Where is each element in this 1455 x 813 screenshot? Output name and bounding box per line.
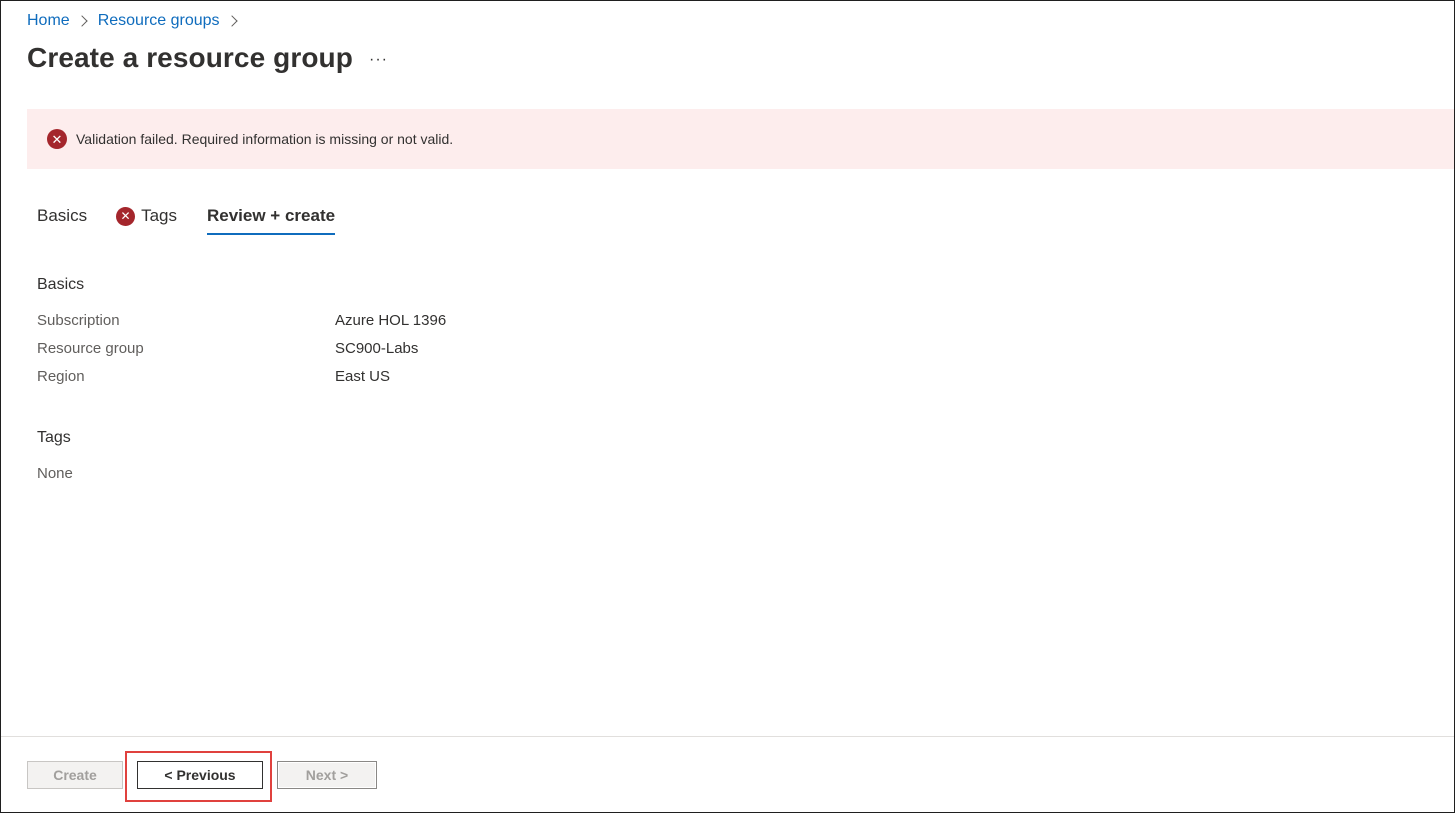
section-heading-basics: Basics — [37, 276, 85, 293]
chevron-right-icon — [225, 15, 238, 27]
section-heading-tags: Tags — [37, 429, 71, 446]
tab-review-create[interactable]: Review + create — [207, 201, 336, 235]
tab-basics[interactable]: Basics — [37, 201, 87, 231]
region-label: Region — [37, 368, 85, 385]
create-button[interactable]: Create — [27, 761, 123, 789]
validation-error-banner: ✕ Validation failed. Required informatio… — [27, 109, 1454, 169]
subscription-label: Subscription — [37, 312, 120, 329]
error-circle-icon: ✕ — [116, 206, 136, 226]
validation-error-message: Validation failed. Required information … — [76, 131, 454, 147]
tab-label: Review + create — [207, 206, 336, 225]
error-circle-icon: ✕ — [47, 129, 67, 149]
resource-group-value: SC900-Labs — [335, 340, 419, 357]
tab-label: Basics — [37, 206, 88, 225]
breadcrumb-resource-groups-link[interactable]: Resource groups — [98, 12, 220, 30]
chevron-right-icon — [76, 15, 88, 27]
resource-group-label: Resource group — [37, 340, 144, 357]
tab-tags[interactable]: ✕ Tags — [116, 201, 177, 231]
page-title: Create a resource group — [27, 42, 353, 73]
more-options-button[interactable]: ··· — [369, 51, 388, 69]
previous-button-highlight — [125, 751, 272, 802]
wizard-tabs: Basics ✕ Tags Review + create — [37, 201, 336, 237]
region-value: East US — [335, 368, 391, 385]
next-button[interactable]: Next > — [277, 761, 377, 789]
tab-label: Tags — [141, 206, 177, 225]
tags-value: None — [37, 465, 73, 482]
breadcrumb: Home Resource groups — [27, 11, 248, 31]
subscription-value: Azure HOL 1396 — [335, 312, 447, 329]
create-resource-group-page: Home Resource groups Create a resource g… — [0, 0, 1455, 813]
footer-divider — [1, 736, 1454, 737]
breadcrumb-home-link[interactable]: Home — [27, 12, 70, 30]
